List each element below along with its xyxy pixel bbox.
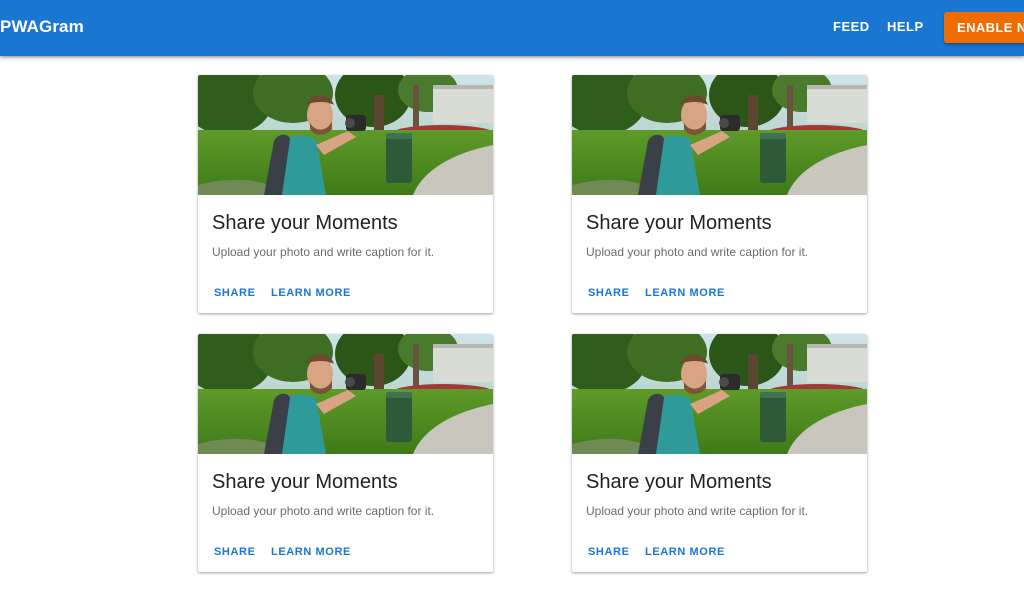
card-image <box>572 334 867 454</box>
post-card: Share your Moments Upload your photo and… <box>572 334 867 572</box>
post-card: Share your Moments Upload your photo and… <box>572 75 867 313</box>
nav-feed-link[interactable]: FEED <box>833 19 870 35</box>
post-card: Share your Moments Upload your photo and… <box>198 75 493 313</box>
learn-more-button[interactable]: LEARN MORE <box>271 286 351 300</box>
card-supporting-text: Upload your photo and write caption for … <box>212 504 435 518</box>
app-title[interactable]: PWAGram <box>0 17 84 37</box>
card-title: Share your Moments <box>212 212 398 234</box>
card-title: Share your Moments <box>586 471 772 493</box>
app-bar: PWAGram FEED HELP ENABLE NOTIFICATIONS <box>0 0 1024 56</box>
learn-more-button[interactable]: LEARN MORE <box>645 286 725 300</box>
share-button[interactable]: SHARE <box>588 286 630 300</box>
enable-notifications-button[interactable]: ENABLE NOTIFICATIONS <box>944 12 1024 43</box>
learn-more-button[interactable]: LEARN MORE <box>271 545 351 559</box>
card-supporting-text: Upload your photo and write caption for … <box>586 245 809 259</box>
card-title: Share your Moments <box>586 212 772 234</box>
card-image <box>198 75 493 195</box>
share-button[interactable]: SHARE <box>214 545 256 559</box>
card-supporting-text: Upload your photo and write caption for … <box>212 245 435 259</box>
nav-help-link[interactable]: HELP <box>887 19 924 35</box>
card-title: Share your Moments <box>212 471 398 493</box>
card-image <box>572 75 867 195</box>
card-image <box>198 334 493 454</box>
share-button[interactable]: SHARE <box>214 286 256 300</box>
card-supporting-text: Upload your photo and write caption for … <box>586 504 809 518</box>
share-button[interactable]: SHARE <box>588 545 630 559</box>
learn-more-button[interactable]: LEARN MORE <box>645 545 725 559</box>
post-card: Share your Moments Upload your photo and… <box>198 334 493 572</box>
